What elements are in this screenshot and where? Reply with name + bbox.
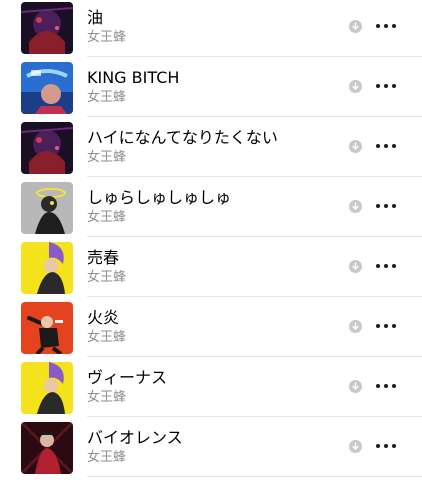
album-artwork <box>21 302 73 354</box>
download-arrow-icon <box>349 320 362 333</box>
song-title: KING BITCH <box>87 68 180 87</box>
song-row[interactable]: ヴィーナス 女王蜂 <box>0 360 422 420</box>
song-artist: 女王蜂 <box>87 390 127 405</box>
song-title: ハイになんてなりたくない <box>87 128 278 147</box>
song-list: 油 女王蜂 KING BITCH 女王蜂 ハイになんてなりたくない 女王蜂 しゅ… <box>0 0 422 480</box>
download-arrow-icon <box>349 260 362 273</box>
more-ellipsis-icon[interactable] <box>376 378 396 394</box>
download-arrow-icon <box>349 20 362 33</box>
song-title: しゅらしゅしゅしゅ <box>87 188 232 207</box>
song-artist: 女王蜂 <box>87 450 127 465</box>
song-row[interactable]: しゅらしゅしゅしゅ 女王蜂 <box>0 180 422 240</box>
song-artist: 女王蜂 <box>87 210 127 225</box>
more-ellipsis-icon[interactable] <box>376 198 396 214</box>
row-separator <box>87 116 422 117</box>
row-separator <box>87 236 422 237</box>
song-title: 火炎 <box>87 308 120 327</box>
download-arrow-icon <box>349 80 362 93</box>
song-row[interactable]: ハイになんてなりたくない 女王蜂 <box>0 120 422 180</box>
row-separator <box>87 356 422 357</box>
song-title: バイオレンス <box>87 428 183 447</box>
song-artist: 女王蜂 <box>87 330 127 345</box>
song-artist: 女王蜂 <box>87 90 127 105</box>
song-row[interactable]: KING BITCH 女王蜂 <box>0 60 422 120</box>
more-ellipsis-icon[interactable] <box>376 438 396 454</box>
album-artwork <box>21 62 73 114</box>
album-artwork <box>21 242 73 294</box>
song-row[interactable]: 油 女王蜂 <box>0 0 422 60</box>
album-artwork <box>21 182 73 234</box>
download-arrow-icon <box>349 440 362 453</box>
song-row[interactable]: 火炎 女王蜂 <box>0 300 422 360</box>
row-separator <box>87 476 422 477</box>
download-arrow-icon <box>349 140 362 153</box>
song-artist: 女王蜂 <box>87 270 127 285</box>
download-arrow-icon <box>349 200 362 213</box>
album-artwork <box>21 2 73 54</box>
row-separator <box>87 176 422 177</box>
more-ellipsis-icon[interactable] <box>376 318 396 334</box>
album-artwork <box>21 422 73 474</box>
song-row[interactable]: バイオレンス 女王蜂 <box>0 420 422 480</box>
song-title: 売春 <box>87 248 120 267</box>
row-separator <box>87 56 422 57</box>
more-ellipsis-icon[interactable] <box>376 138 396 154</box>
song-title: ヴィーナス <box>87 368 168 387</box>
more-ellipsis-icon[interactable] <box>376 78 396 94</box>
song-artist: 女王蜂 <box>87 150 127 165</box>
song-row[interactable]: 売春 女王蜂 <box>0 240 422 300</box>
more-ellipsis-icon[interactable] <box>376 18 396 34</box>
album-artwork <box>21 122 73 174</box>
row-separator <box>87 416 422 417</box>
row-separator <box>87 296 422 297</box>
download-arrow-icon <box>349 380 362 393</box>
more-ellipsis-icon[interactable] <box>376 258 396 274</box>
song-title: 油 <box>87 8 104 27</box>
song-artist: 女王蜂 <box>87 30 127 45</box>
album-artwork <box>21 362 73 414</box>
